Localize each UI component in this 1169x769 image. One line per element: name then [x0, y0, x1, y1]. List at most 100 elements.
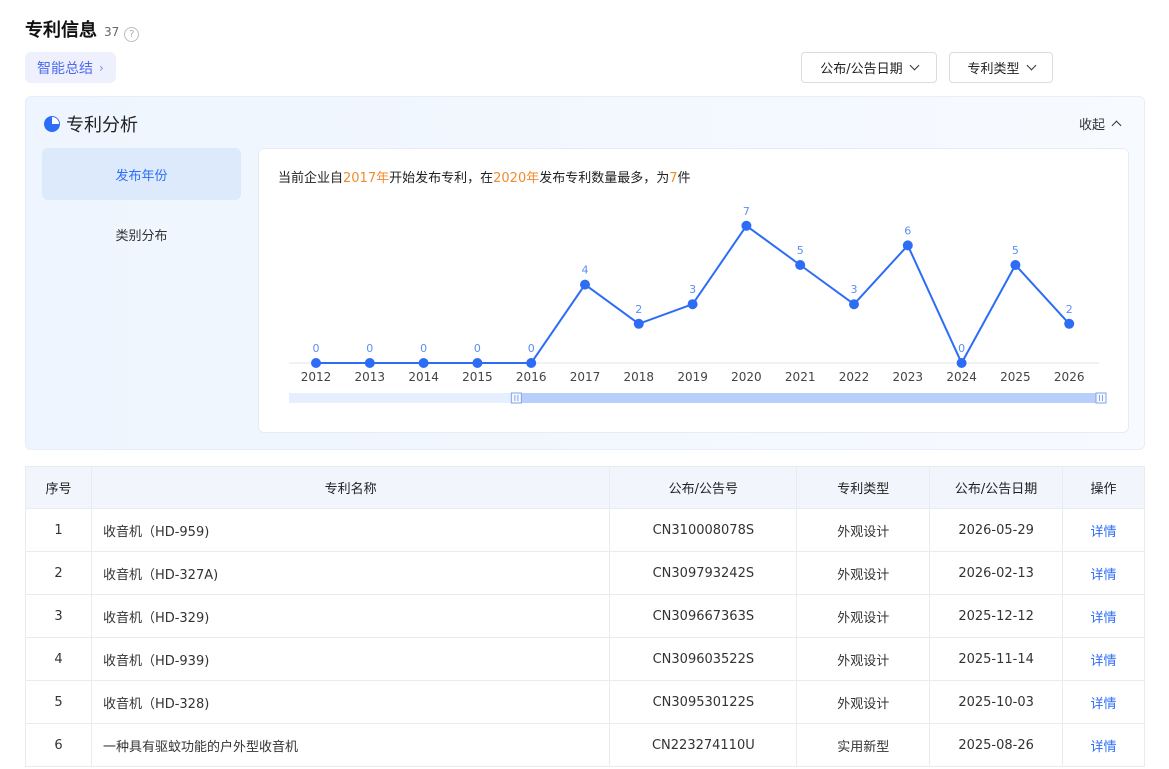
data-label: 6 — [904, 224, 911, 237]
analysis-title: 专利分析 — [44, 111, 138, 137]
data-point — [902, 240, 913, 251]
date-filter-dropdown[interactable]: 公布/公告日期 — [801, 52, 937, 83]
data-label: 2 — [1066, 303, 1073, 316]
patent-count: 37 — [104, 25, 120, 39]
data-point — [795, 260, 806, 270]
chevron-down-icon — [909, 60, 920, 71]
x-tick-label: 2025 — [1000, 370, 1031, 384]
ai-summary-button[interactable]: 智能总结 › — [25, 52, 116, 83]
chevron-up-icon — [1111, 120, 1122, 131]
help-icon[interactable]: ? — [124, 27, 140, 42]
cell-patent-type: 实用新型 — [796, 723, 931, 767]
analysis-title-text: 专利分析 — [66, 115, 138, 136]
data-point — [633, 318, 644, 329]
x-tick-label: 2026 — [1054, 370, 1085, 384]
collapse-button[interactable]: 收起 — [1078, 114, 1122, 133]
data-point — [418, 358, 429, 368]
section-title: 专利信息 — [25, 20, 97, 41]
detail-link[interactable]: 详情 — [1062, 680, 1145, 724]
data-label: 0 — [366, 342, 373, 355]
data-point — [472, 358, 483, 368]
cell-patent-type: 外观设计 — [796, 680, 931, 724]
cell-publish-date: 2025-08-26 — [929, 723, 1064, 767]
data-label: 7 — [743, 205, 750, 218]
data-point — [364, 358, 375, 368]
data-label: 2 — [635, 303, 642, 316]
pie-chart-icon — [44, 116, 60, 132]
data-point — [849, 299, 859, 310]
table-row: 4 收音机（HD-939) CN309603522S 外观设计 2025-11-14 详情 — [25, 637, 1145, 681]
col-header-index: 序号 — [25, 466, 92, 509]
cell-publish-date: 2025-11-14 — [929, 637, 1064, 681]
data-point — [956, 358, 967, 368]
chart-container: 当前企业自2017年开始发布专利，在2020年发布专利数量最多，为7件 0 201… — [258, 148, 1129, 433]
x-tick-label: 2012 — [301, 370, 332, 384]
tab-category-distribution[interactable]: 类别分布 — [42, 208, 241, 260]
x-tick-label: 2015 — [462, 370, 493, 384]
table-row: 6 一种具有驱蚊功能的户外型收音机 CN223274110U 实用新型 2025-08-… — [25, 723, 1145, 767]
zoom-slider-selection — [516, 393, 1101, 403]
data-label: 5 — [797, 244, 804, 257]
tab-publish-year[interactable]: 发布年份 — [42, 148, 241, 200]
table-row: 1 收音机（HD-959) CN310008078S 外观设计 2026-05-29 详情 — [25, 508, 1145, 552]
cell-publish-date: 2026-02-13 — [929, 551, 1064, 595]
patent-analysis-panel: 专利分析 收起 发布年份 类别分布 当前企业自2017年开始发布专利，在2020… — [25, 96, 1145, 450]
detail-link[interactable]: 详情 — [1062, 551, 1145, 595]
detail-link[interactable]: 详情 — [1062, 594, 1145, 638]
cell-index: 3 — [25, 594, 92, 638]
cell-patent-name: 收音机（HD-329) — [90, 594, 611, 638]
data-label: 0 — [313, 342, 320, 355]
data-point — [311, 358, 321, 368]
cell-patent-number: CN309530122S — [609, 680, 798, 724]
zoom-slider-handle[interactable] — [510, 392, 522, 404]
detail-link[interactable]: 详情 — [1062, 508, 1145, 552]
cell-patent-number: CN309667363S — [609, 594, 798, 638]
detail-link[interactable]: 详情 — [1062, 637, 1145, 681]
collapse-label: 收起 — [1078, 118, 1105, 133]
col-header-date: 公布/公告日期 — [929, 466, 1064, 509]
cell-patent-name: 收音机（HD-328) — [90, 680, 611, 724]
data-point — [687, 299, 698, 310]
table-row: 5 收音机（HD-328) CN309530122S 外观设计 2025-10-03 详情 — [25, 680, 1145, 724]
ai-summary-label: 智能总结 — [37, 60, 93, 77]
zoom-slider-handle[interactable] — [1095, 392, 1107, 404]
col-header-action: 操作 — [1062, 466, 1145, 509]
col-header-name: 专利名称 — [90, 466, 611, 509]
x-tick-label: 2013 — [355, 370, 386, 384]
data-point — [1010, 260, 1021, 270]
data-label: 4 — [582, 264, 589, 277]
x-tick-label: 2021 — [785, 370, 816, 384]
table-header-row: 序号 专利名称 公布/公告号 专利类型 公布/公告日期 操作 — [25, 466, 1145, 509]
col-header-number: 公布/公告号 — [609, 466, 798, 509]
data-point — [741, 220, 752, 231]
cell-publish-date: 2025-10-03 — [929, 680, 1064, 724]
cell-patent-number: CN309603522S — [609, 637, 798, 681]
data-label: 5 — [1012, 244, 1019, 257]
cell-index: 4 — [25, 637, 92, 681]
detail-link[interactable]: 详情 — [1062, 723, 1145, 767]
cell-patent-number: CN309793242S — [609, 551, 798, 595]
data-label: 0 — [958, 342, 965, 355]
cell-patent-name: 一种具有驱蚊功能的户外型收音机 — [90, 723, 611, 767]
x-tick-label: 2019 — [677, 370, 708, 384]
data-point — [580, 279, 590, 290]
data-label: 0 — [420, 342, 427, 355]
col-header-type: 专利类型 — [796, 466, 931, 509]
cell-patent-name: 收音机（HD-959) — [90, 508, 611, 552]
patent-table: 序号 专利名称 公布/公告号 专利类型 公布/公告日期 操作 1 收音机（HD-9… — [25, 466, 1145, 767]
cell-patent-name: 收音机（HD-327A) — [90, 551, 611, 595]
data-label: 3 — [689, 283, 696, 296]
x-tick-label: 2018 — [624, 370, 655, 384]
chevron-down-icon — [1026, 60, 1036, 71]
data-label: 0 — [528, 342, 535, 355]
date-filter-label: 公布/公告日期 — [820, 62, 903, 77]
cell-patent-type: 外观设计 — [796, 594, 931, 638]
type-filter-dropdown[interactable]: 专利类型 — [949, 52, 1053, 83]
cell-patent-number: CN223274110U — [609, 723, 798, 767]
table-row: 3 收音机（HD-329) CN309667363S 外观设计 2025-12-12 详情 — [25, 594, 1145, 638]
x-tick-label: 2014 — [408, 370, 439, 384]
data-point — [1064, 318, 1075, 329]
cell-index: 5 — [25, 680, 92, 724]
cell-index: 6 — [25, 723, 92, 767]
table-row: 2 收音机（HD-327A) CN309793242S 外观设计 2026-02-13 详… — [25, 551, 1145, 595]
